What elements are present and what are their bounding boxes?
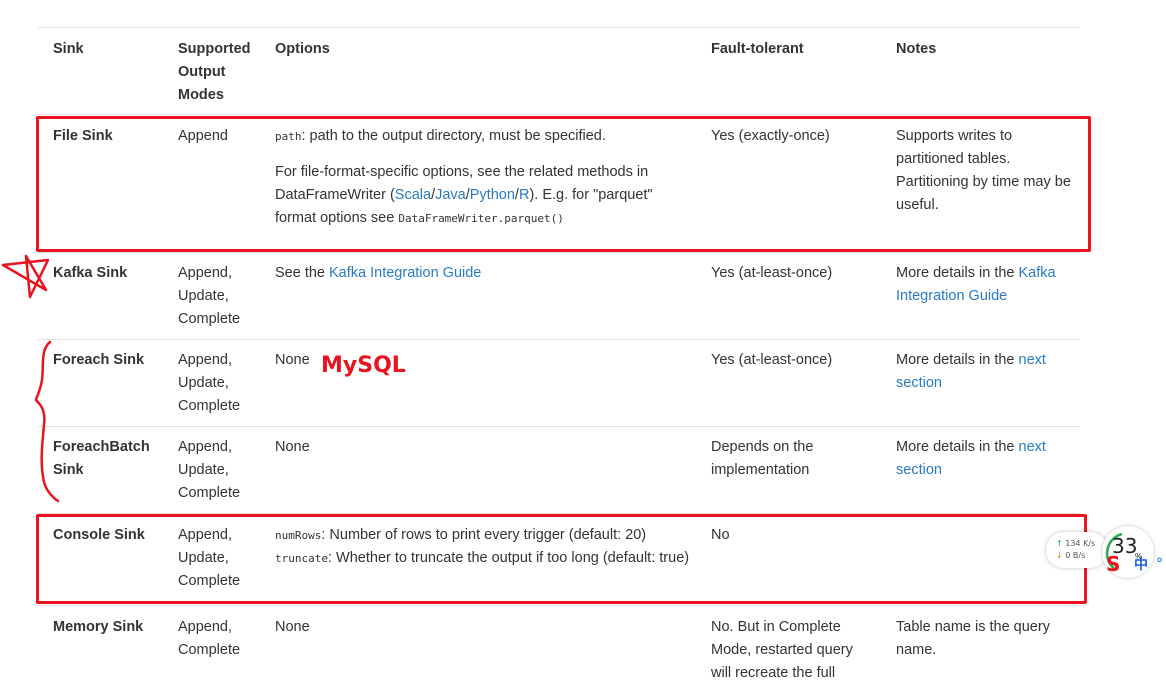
options-kafka-text: See the bbox=[275, 265, 330, 281]
fault-foreachbatch: Depends on the implementation bbox=[711, 439, 814, 478]
header-fault-tolerant: Fault-tolerant bbox=[711, 41, 804, 57]
sink-name-kafka: Kafka Sink bbox=[53, 265, 128, 281]
download-arrow-icon: ↓ bbox=[1056, 551, 1063, 560]
modes-memory: Append, Complete bbox=[178, 619, 241, 658]
fault-kafka: Yes (at-least-once) bbox=[711, 265, 833, 281]
ime-toolbar[interactable]: S 中 ° bbox=[1106, 553, 1166, 575]
sogou-logo-icon[interactable]: S bbox=[1106, 553, 1128, 575]
header-options: Options bbox=[275, 41, 330, 57]
notes-foreach-text: More details in the bbox=[896, 352, 1019, 368]
modes-foreach: Append, Update, Complete bbox=[178, 352, 241, 414]
header-notes: Notes bbox=[896, 41, 937, 57]
sink-name-foreach: Foreach Sink bbox=[53, 352, 145, 368]
link-kafka-integration-guide[interactable]: Kafka Integration Guide bbox=[329, 265, 481, 281]
notes-foreachbatch-text: More details in the bbox=[896, 439, 1019, 455]
notes-kafka-text: More details in the bbox=[896, 265, 1019, 281]
speed-pill: ↑ 134 K/s ↓ 0 B/s bbox=[1046, 532, 1108, 568]
row-divider bbox=[38, 426, 1080, 427]
fault-memory: No. But in Complete Mode, restarted quer… bbox=[711, 619, 853, 681]
download-speed: ↓ 0 B/s bbox=[1056, 550, 1085, 562]
options-memory: None bbox=[275, 619, 310, 635]
upload-speed-value: 134 K/s bbox=[1065, 539, 1096, 548]
row-divider bbox=[38, 339, 1080, 340]
options-kafka: See the Kafka Integration Guide bbox=[275, 262, 695, 285]
upload-speed: ↑ 134 K/s bbox=[1056, 538, 1095, 550]
header-supported-output-modes: Supported Output Modes bbox=[178, 41, 251, 103]
star-mark bbox=[1, 254, 50, 299]
sink-name-memory: Memory Sink bbox=[53, 619, 144, 635]
download-speed-value: 0 B/s bbox=[1065, 551, 1086, 560]
fault-foreach: Yes (at-least-once) bbox=[711, 352, 833, 368]
row-divider bbox=[38, 114, 1080, 115]
header-sink: Sink bbox=[53, 41, 84, 57]
ime-mode-toggle[interactable]: 中 bbox=[1134, 554, 1148, 577]
notes-kafka: More details in the Kafka Integration Gu… bbox=[896, 262, 1076, 308]
notes-foreachbatch: More details in the next section bbox=[896, 436, 1068, 482]
modes-foreachbatch: Append, Update, Complete bbox=[178, 439, 241, 501]
options-foreachbatch: None bbox=[275, 439, 310, 455]
upload-arrow-icon: ↑ bbox=[1056, 539, 1063, 548]
ime-punctuation-toggle[interactable]: ° bbox=[1156, 553, 1163, 576]
notes-foreach: More details in the next section bbox=[896, 349, 1068, 395]
row-divider bbox=[38, 252, 1080, 253]
mysql-annotation: MySQL bbox=[321, 353, 406, 378]
modes-kafka: Append, Update, Complete bbox=[178, 265, 241, 327]
sink-name-foreachbatch: ForeachBatch Sink bbox=[53, 439, 150, 478]
highlight-box-console-sink bbox=[36, 514, 1087, 604]
row-divider bbox=[38, 605, 1080, 606]
top-rule bbox=[38, 27, 1080, 28]
highlight-box-file-sink bbox=[36, 116, 1091, 252]
notes-memory: Table name is the query name. bbox=[896, 619, 1050, 658]
